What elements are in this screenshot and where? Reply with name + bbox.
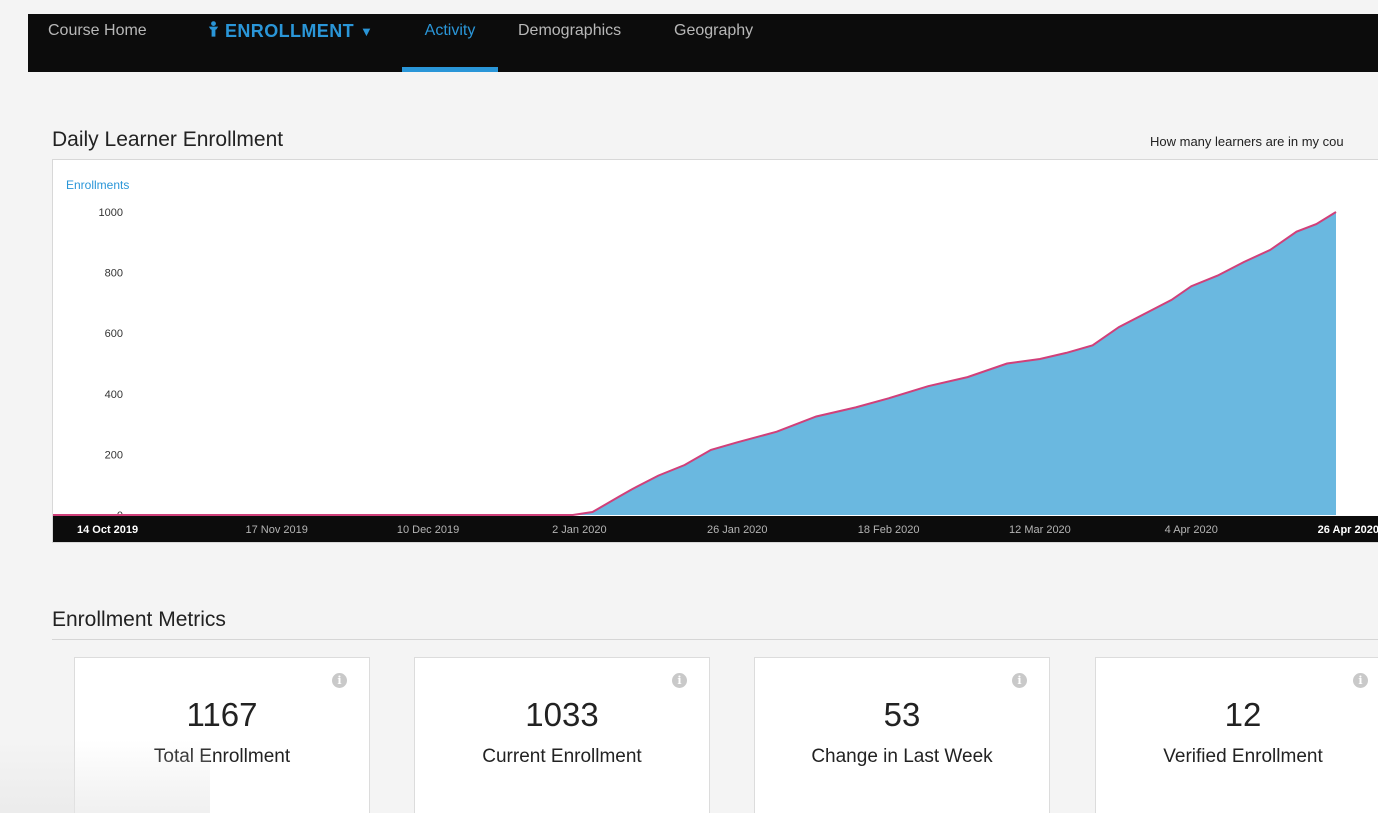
nav-enrollment-label: ENROLLMENT <box>225 21 354 41</box>
info-icon[interactable]: i <box>332 673 347 688</box>
y-tick-label: 800 <box>105 268 123 280</box>
metric-label: Total Enrollment <box>153 746 291 767</box>
caret-down-icon: ▼ <box>360 24 374 39</box>
x-tick-label: 2 Jan 2020 <box>552 524 606 536</box>
x-tick-label: 4 Apr 2020 <box>1165 524 1218 536</box>
tab-activity[interactable]: Activity <box>402 14 498 72</box>
x-tick-label: 17 Nov 2019 <box>246 524 308 536</box>
page: Course Home ENROLLMENT ▼ Activity Demogra… <box>0 0 1378 813</box>
enrollment-chart: Enrollments 02004006008001000 14 Oct 201… <box>52 159 1378 543</box>
metric-label: Current Enrollment <box>482 746 642 767</box>
enrollment-chart-svg: Enrollments 02004006008001000 14 Oct 201… <box>53 178 1378 542</box>
metric-card-total-enrollment: i 1167 Total Enrollment <box>74 657 370 813</box>
section-divider <box>52 639 1378 640</box>
y-tick-label: 1000 <box>99 207 123 219</box>
info-icon[interactable]: i <box>1012 673 1027 688</box>
metrics-section-title: Enrollment Metrics <box>52 608 226 631</box>
enrollment-area <box>53 212 1336 515</box>
info-icon[interactable]: i <box>672 673 687 688</box>
y-tick-label: 200 <box>105 449 123 461</box>
tab-geography[interactable]: Geography <box>674 14 753 72</box>
chart-section-title: Daily Learner Enrollment <box>52 128 284 151</box>
top-nav-bar: Course Home ENROLLMENT ▼ Activity Demogra… <box>28 14 1378 72</box>
x-tick-label: 26 Apr 2020 <box>1318 524 1378 536</box>
tab-activity-label: Activity <box>424 22 476 39</box>
info-icon[interactable]: i <box>1353 673 1368 688</box>
metric-label: Change in Last Week <box>811 746 993 767</box>
nav-enrollment-dropdown[interactable]: ENROLLMENT ▼ <box>208 14 373 72</box>
metric-label: Verified Enrollment <box>1163 746 1323 767</box>
metric-value: 53 <box>883 696 921 733</box>
active-tab-indicator <box>402 67 498 72</box>
nav-course-home[interactable]: Course Home <box>48 14 147 72</box>
y-tick-label: 400 <box>105 389 123 401</box>
y-axis-label: Enrollments <box>66 178 129 192</box>
person-icon <box>208 14 219 48</box>
tab-demographics[interactable]: Demographics <box>518 14 621 72</box>
x-tick-label: 26 Jan 2020 <box>707 524 768 536</box>
y-tick-label: 600 <box>105 328 123 340</box>
chart-help-link[interactable]: How many learners are in my cou <box>1150 134 1378 149</box>
metric-value: 1033 <box>525 696 599 733</box>
x-tick-label: 14 Oct 2019 <box>77 524 138 536</box>
metric-card-current-enrollment: i 1033 Current Enrollment <box>414 657 710 813</box>
x-tick-label: 12 Mar 2020 <box>1009 524 1071 536</box>
x-tick-label: 10 Dec 2019 <box>397 524 459 536</box>
metric-value: 12 <box>1224 696 1262 733</box>
x-tick-label: 18 Feb 2020 <box>858 524 920 536</box>
metric-card-verified-enrollment: i 12 Verified Enrollment <box>1095 657 1378 813</box>
metric-card-change-last-week: i 53 Change in Last Week <box>754 657 1050 813</box>
metric-value: 1167 <box>186 696 258 733</box>
